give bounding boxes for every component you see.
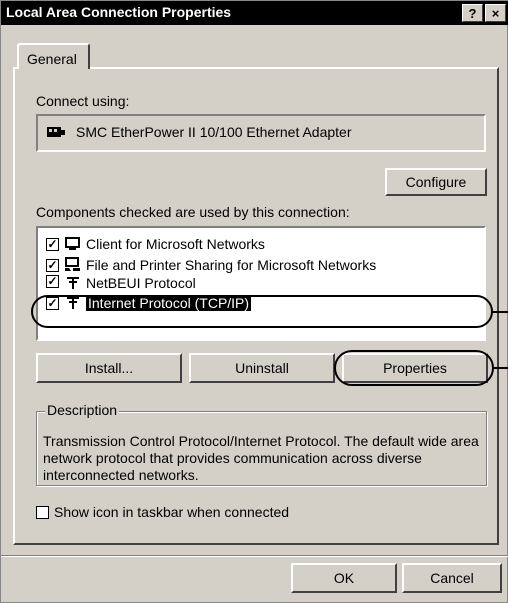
component-label: NetBEUI Protocol — [86, 275, 196, 289]
tab-general[interactable]: General — [17, 43, 90, 69]
checkbox-unchecked[interactable] — [36, 505, 49, 519]
install-button[interactable]: Install... — [36, 353, 182, 383]
protocol-icon — [64, 275, 82, 289]
show-icon-option[interactable]: Show icon in taskbar when connected — [36, 502, 289, 522]
show-icon-label: Show icon in taskbar when connected — [54, 504, 290, 520]
title-bar: Local Area Connection Properties ? × — [1, 1, 508, 25]
list-item[interactable]: ✓ Client for Microsoft Networks — [46, 234, 265, 254]
description-text: Transmission Control Protocol/Internet P… — [43, 433, 479, 483]
adapter-name: SMC EtherPower II 10/100 Ethernet Adapte… — [76, 124, 352, 140]
ok-button[interactable]: OK — [291, 563, 397, 593]
callout-line — [493, 367, 508, 369]
configure-button-label: Configure — [405, 174, 467, 190]
uninstall-button[interactable]: Uninstall — [189, 353, 335, 383]
window-title: Local Area Connection Properties — [6, 4, 232, 20]
close-button[interactable]: × — [485, 4, 506, 22]
callout-highlight-properties — [334, 350, 494, 386]
network-adapter-icon — [46, 124, 66, 140]
list-item[interactable]: ✓ File and Printer Sharing for Microsoft… — [46, 255, 376, 275]
callout-highlight-tcpip — [31, 295, 493, 328]
component-label: File and Printer Sharing for Microsoft N… — [86, 257, 377, 273]
cancel-button-label: Cancel — [430, 570, 474, 586]
separator — [1, 555, 508, 557]
configure-button[interactable]: Configure — [385, 168, 487, 196]
components-label: Components checked are used by this conn… — [36, 204, 350, 220]
list-item[interactable]: ✓ NetBEUI Protocol — [46, 275, 196, 289]
checkbox-checked[interactable]: ✓ — [46, 275, 59, 288]
help-button[interactable]: ? — [462, 4, 483, 22]
adapter-field: SMC EtherPower II 10/100 Ethernet Adapte… — [36, 114, 486, 152]
callout-line — [492, 311, 508, 313]
checkbox-checked[interactable]: ✓ — [46, 258, 59, 272]
properties-window: Local Area Connection Properties ? × Gen… — [0, 0, 508, 603]
checkbox-checked[interactable]: ✓ — [46, 237, 59, 251]
cancel-button[interactable]: Cancel — [402, 563, 502, 593]
description-legend: Description — [45, 402, 120, 418]
uninstall-button-label: Uninstall — [235, 360, 289, 376]
ok-button-label: OK — [333, 570, 355, 586]
network-client-icon — [64, 236, 82, 252]
component-label: Client for Microsoft Networks — [86, 236, 265, 252]
install-button-label: Install... — [84, 360, 134, 376]
sharing-icon — [64, 257, 82, 273]
connect-using-label: Connect using: — [36, 93, 130, 109]
